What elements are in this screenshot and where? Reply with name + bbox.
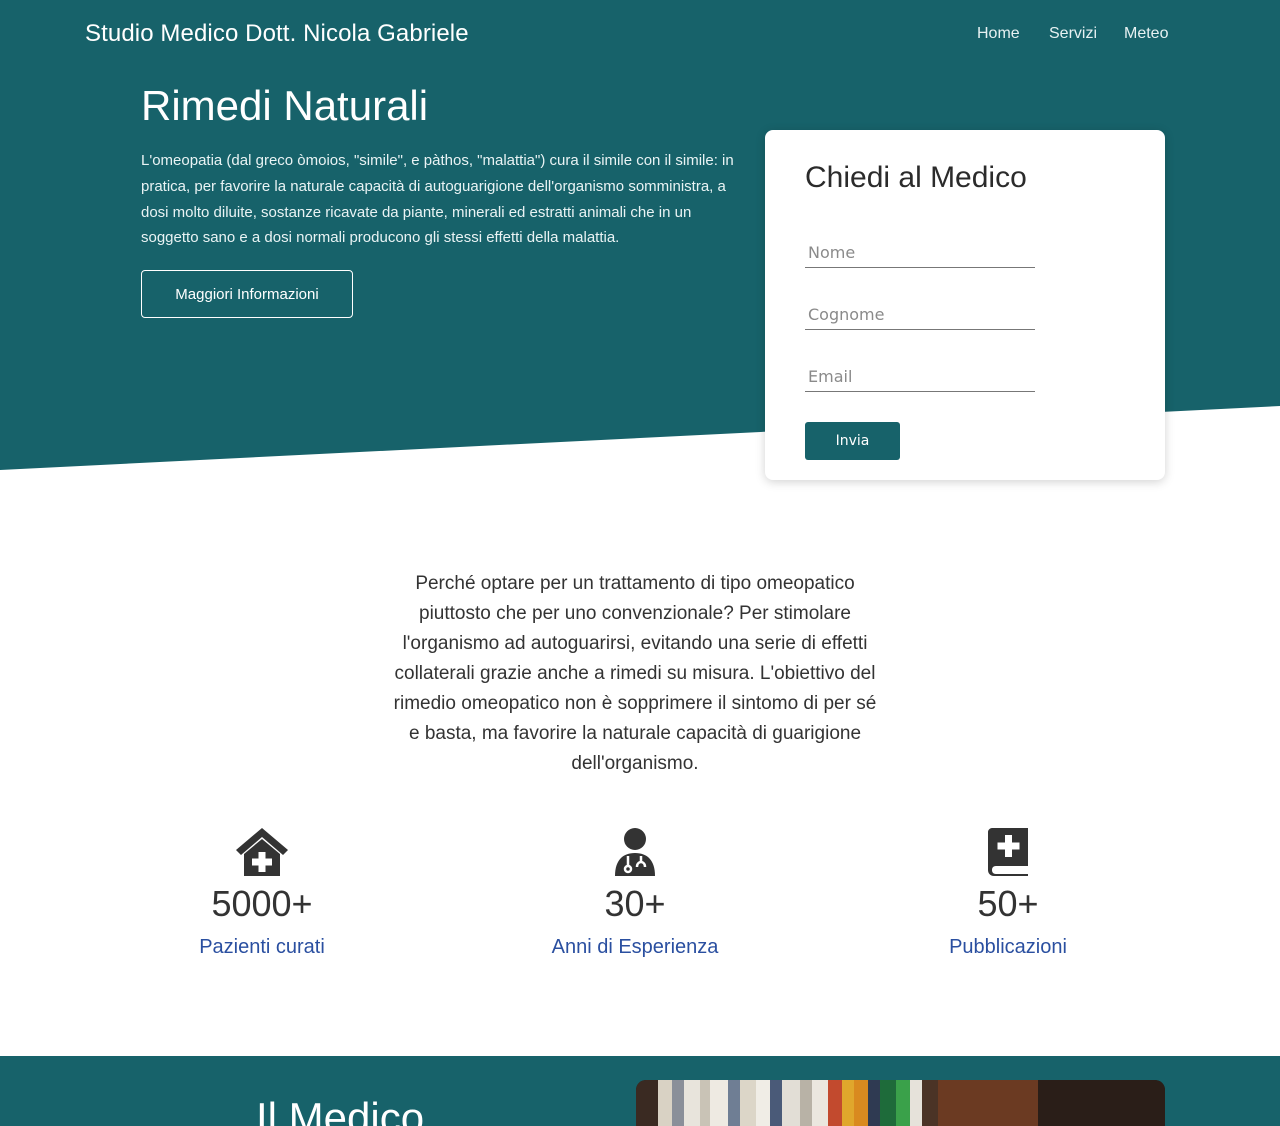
book-spine xyxy=(868,1080,880,1126)
stat-label: Pubblicazioni xyxy=(949,936,1067,958)
nav-link-servizi[interactable]: Servizi xyxy=(1049,25,1097,43)
about-section: Il Medico xyxy=(0,1056,1280,1126)
stat-value: 30+ xyxy=(604,883,666,924)
stat-publications: 50+ Pubblicazioni xyxy=(858,826,1158,959)
stat-value: 50+ xyxy=(977,883,1039,924)
nav-link-meteo[interactable]: Meteo xyxy=(1124,25,1168,43)
site-brand[interactable]: Studio Medico Dott. Nicola Gabriele xyxy=(85,20,469,48)
book-spine xyxy=(800,1080,812,1126)
more-info-button[interactable]: Maggiori Informazioni xyxy=(141,270,353,318)
book-spine xyxy=(922,1080,938,1126)
intro-paragraph: Perché optare per un trattamento di tipo… xyxy=(393,573,877,774)
book-spine xyxy=(938,1080,1038,1126)
top-navbar: Studio Medico Dott. Nicola Gabriele Home… xyxy=(0,0,1280,70)
book-spine xyxy=(812,1080,828,1126)
hero-description: L'omeopatia (dal greco òmoios, "simile",… xyxy=(141,152,734,247)
book-spine xyxy=(910,1080,922,1126)
about-title: Il Medico xyxy=(256,1094,425,1126)
email-input[interactable] xyxy=(805,362,1035,392)
book-spine xyxy=(710,1080,728,1126)
book-spine xyxy=(896,1080,910,1126)
book-spine xyxy=(770,1080,782,1126)
nome-input[interactable] xyxy=(805,238,1035,268)
book-spine xyxy=(684,1080,700,1126)
stat-label: Anni di Esperienza xyxy=(551,936,719,958)
stat-experience: 30+ Anni di Esperienza xyxy=(485,826,785,959)
book-spine xyxy=(756,1080,770,1126)
book-spine xyxy=(842,1080,854,1126)
ask-doctor-card: Chiedi al Medico Invia xyxy=(765,130,1165,480)
book-spine xyxy=(740,1080,756,1126)
bookshelf-photo xyxy=(636,1080,1165,1126)
book-spine xyxy=(728,1080,740,1126)
book-medical-icon xyxy=(988,828,1028,876)
user-doctor-icon xyxy=(615,828,655,876)
book-spine xyxy=(636,1080,658,1126)
book-spine xyxy=(672,1080,684,1126)
ask-doctor-title: Chiedi al Medico xyxy=(805,161,1027,194)
book-spine xyxy=(782,1080,800,1126)
book-spine xyxy=(854,1080,868,1126)
book-spine xyxy=(880,1080,896,1126)
house-medical-icon xyxy=(236,828,288,876)
cognome-input[interactable] xyxy=(805,300,1035,330)
book-spine xyxy=(1038,1080,1165,1126)
submit-button[interactable]: Invia xyxy=(805,422,900,460)
stat-patients: 5000+ Pazienti curati xyxy=(112,826,412,959)
book-spine xyxy=(828,1080,842,1126)
stat-value: 5000+ xyxy=(211,883,313,924)
hero-title: Rimedi Naturali xyxy=(141,82,429,129)
stat-label: Pazienti curati xyxy=(199,936,325,958)
nav-link-home[interactable]: Home xyxy=(977,25,1020,43)
book-spine xyxy=(658,1080,672,1126)
book-spine xyxy=(700,1080,710,1126)
